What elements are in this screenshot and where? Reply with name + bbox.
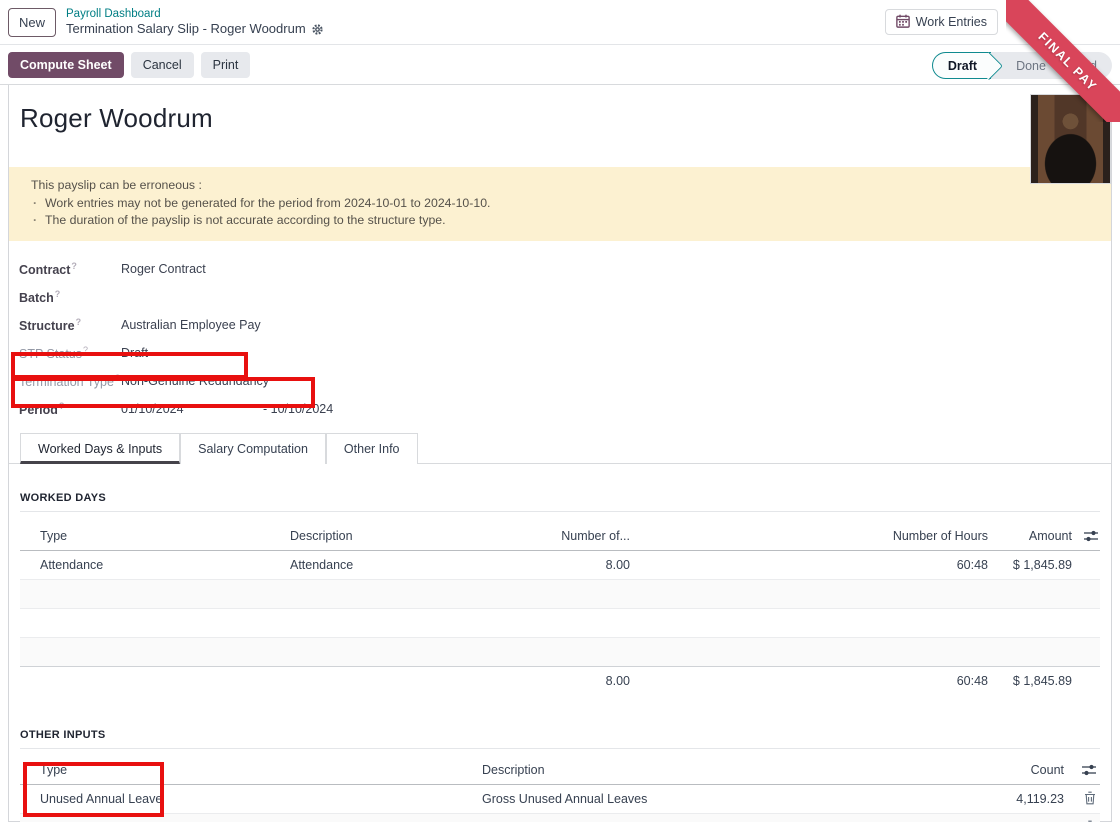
- worked-days-heading: WORKED DAYS: [20, 492, 1100, 512]
- calendar-icon: [896, 14, 910, 31]
- empty-row: [20, 638, 1100, 667]
- print-button[interactable]: Print: [201, 52, 251, 78]
- help-icon: ?: [59, 401, 65, 411]
- status-pipeline: Draft Done Paid: [932, 52, 1112, 79]
- breadcrumb-current-record: Termination Salary Slip - Roger Woodrum: [66, 21, 306, 37]
- total-number-of-hours: 60:48: [630, 674, 988, 688]
- field-group: Contract? Roger Contract Batch? Structur…: [19, 255, 1111, 423]
- gear-icon[interactable]: [311, 23, 324, 36]
- notebook-tabs: Worked Days & Inputs Salary Computation …: [9, 433, 1111, 464]
- worked-days-table: Type Description Number of... Number of …: [20, 522, 1100, 695]
- structure-label: Structure: [19, 319, 75, 333]
- optional-columns-icon[interactable]: [1082, 765, 1096, 777]
- stp-status-label: STP Status: [19, 347, 82, 361]
- worked-day-type[interactable]: Attendance: [20, 558, 290, 572]
- period-label: Period: [19, 403, 58, 417]
- status-paid[interactable]: Paid: [1057, 59, 1112, 73]
- empty-row: [20, 580, 1100, 609]
- column-header-number-of-hours[interactable]: Number of Hours: [630, 529, 988, 543]
- worked-day-number-of[interactable]: 8.00: [490, 558, 630, 572]
- top-navigation-bar: New Payroll Dashboard Termination Salary…: [0, 0, 1120, 45]
- breadcrumb: Payroll Dashboard Termination Salary Sli…: [66, 7, 324, 38]
- new-button[interactable]: New: [8, 8, 56, 37]
- field-termination-type: Termination Type? Non-Genuine Redundancy: [19, 367, 1111, 395]
- other-input-row[interactable]: Unused Annual Leave Gross Unused Annual …: [20, 785, 1100, 814]
- batch-label: Batch: [19, 291, 54, 305]
- other-input-type[interactable]: Unused Annual Leave: [20, 792, 460, 806]
- column-header-count[interactable]: Count: [950, 763, 1070, 777]
- termination-type-label: Termination Type: [19, 375, 114, 389]
- worked-days-totals-row: 8.00 60:48 $ 1,845.89: [20, 666, 1100, 695]
- field-batch: Batch?: [19, 283, 1111, 311]
- cancel-button[interactable]: Cancel: [131, 52, 194, 78]
- tab-other-info[interactable]: Other Info: [326, 433, 418, 464]
- other-input-count[interactable]: 4,119.23: [950, 792, 1070, 806]
- field-structure: Structure? Australian Employee Pay: [19, 311, 1111, 339]
- contract-value[interactable]: Roger Contract: [121, 262, 206, 276]
- work-entries-button[interactable]: Work Entries: [885, 9, 998, 35]
- period-start-date[interactable]: 01/10/2024: [121, 402, 263, 416]
- tab-salary-computation[interactable]: Salary Computation: [180, 433, 326, 464]
- termination-type-value[interactable]: Non-Genuine Redundancy: [121, 374, 269, 388]
- period-end-date[interactable]: - 10/10/2024: [263, 402, 333, 416]
- worked-day-amount[interactable]: $ 1,845.89: [988, 558, 1072, 572]
- field-period: Period? 01/10/2024 - 10/10/2024: [19, 395, 1111, 423]
- worked-day-description[interactable]: Attendance: [290, 558, 490, 572]
- help-icon: ?: [83, 345, 88, 355]
- tab-worked-days-inputs[interactable]: Worked Days & Inputs: [20, 433, 180, 464]
- worked-days-row[interactable]: Attendance Attendance 8.00 60:48 $ 1,845…: [20, 551, 1100, 580]
- status-draft[interactable]: Draft: [932, 52, 991, 79]
- column-header-type[interactable]: Type: [20, 529, 290, 543]
- column-header-amount[interactable]: Amount: [988, 529, 1072, 543]
- alert-intro: This payslip can be erroneous :: [31, 178, 1089, 192]
- structure-value[interactable]: Australian Employee Pay: [121, 318, 261, 332]
- total-amount: $ 1,845.89: [988, 674, 1072, 688]
- column-header-description[interactable]: Description: [290, 529, 490, 543]
- field-stp-status: STP Status? Draft: [19, 339, 1111, 367]
- column-header-type[interactable]: Type: [20, 763, 460, 777]
- optional-columns-icon[interactable]: [1084, 531, 1098, 543]
- help-icon: ?: [115, 373, 120, 383]
- other-inputs-header-row: Type Description Count: [20, 756, 1100, 785]
- contract-label: Contract: [19, 263, 70, 277]
- alert-warning-item: The duration of the payslip is not accur…: [31, 212, 1089, 229]
- other-input-description[interactable]: Gross Unused Annual Leaves: [460, 792, 950, 806]
- other-inputs-heading: OTHER INPUTS: [20, 729, 1100, 749]
- form-sheet: Roger Woodrum This payslip can be errone…: [8, 85, 1112, 822]
- work-entries-label: Work Entries: [916, 15, 987, 29]
- field-contract: Contract? Roger Contract: [19, 255, 1111, 283]
- column-header-number-of[interactable]: Number of...: [490, 529, 630, 543]
- action-bar: Compute Sheet Cancel Print Draft Done Pa…: [0, 46, 1120, 85]
- compute-sheet-button[interactable]: Compute Sheet: [8, 52, 124, 78]
- total-number-of: 8.00: [490, 674, 630, 688]
- help-icon: ?: [71, 261, 77, 271]
- help-icon: ?: [76, 317, 82, 327]
- alert-warning-item: Work entries may not be generated for th…: [31, 195, 1089, 212]
- empty-row: [20, 609, 1100, 638]
- delete-row-icon[interactable]: [1084, 794, 1096, 808]
- column-header-description[interactable]: Description: [460, 763, 950, 777]
- worked-days-header-row: Type Description Number of... Number of …: [20, 522, 1100, 551]
- employee-photo: [1030, 94, 1111, 184]
- other-inputs-table: Type Description Count Unused Annual Lea…: [20, 756, 1100, 822]
- payslip-warning-alert: This payslip can be erroneous : Work ent…: [9, 167, 1111, 241]
- worked-day-number-of-hours[interactable]: 60:48: [630, 558, 988, 572]
- breadcrumb-payroll-dashboard[interactable]: Payroll Dashboard: [66, 7, 324, 21]
- stp-status-value: Draft: [121, 346, 148, 360]
- page-title: Roger Woodrum: [20, 103, 1111, 134]
- help-icon: ?: [55, 289, 61, 299]
- other-input-row[interactable]: Unused Long Service Leave Gross Unused L…: [20, 814, 1100, 822]
